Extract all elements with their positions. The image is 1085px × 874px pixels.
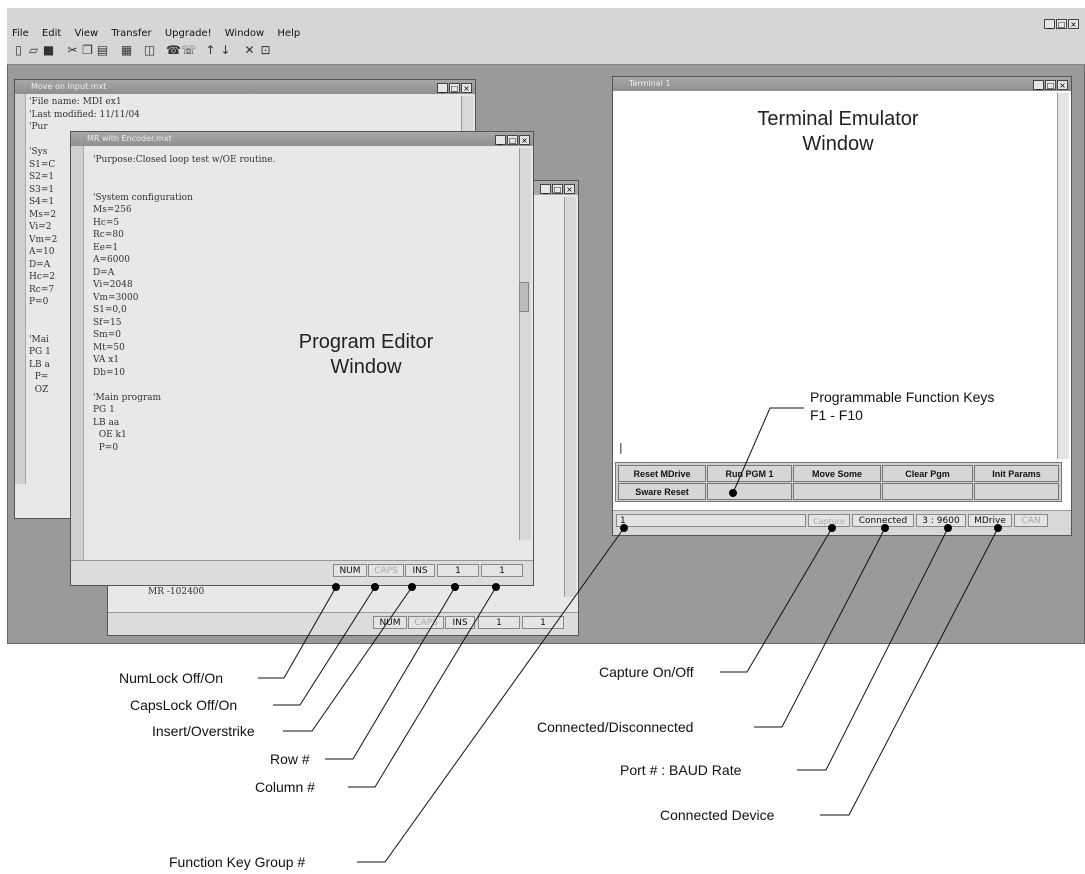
callout-dot [451,583,459,591]
callout-capture: Capture On/Off [599,664,694,680]
callout-connected: Connected/Disconnected [537,719,694,735]
callout-lines [258,407,1002,863]
callout-insert: Insert/Overstrike [152,723,255,739]
callout-column: Column # [255,779,315,795]
callout-dot [828,524,836,532]
callout-dot [994,524,1002,532]
callout-dot [620,524,628,532]
callout-dot [944,524,952,532]
callout-dot [332,583,340,591]
callout-dot [371,583,379,591]
callout-row: Row # [270,751,310,767]
callout-capslock: CapsLock Off/On [130,697,238,713]
callout-port-baud: Port # : BAUD Rate [620,762,742,778]
callout-function-keys: Programmable Function Keys F1 - F10 [810,389,995,423]
callout-dot [729,489,737,497]
callout-dot [408,583,416,591]
callout-numlock: NumLock Off/On [119,670,224,686]
callout-dot [881,524,889,532]
callout-connected-device: Connected Device [660,807,775,823]
callout-dot [492,583,500,591]
callout-function-key-group: Function Key Group # [169,854,306,870]
